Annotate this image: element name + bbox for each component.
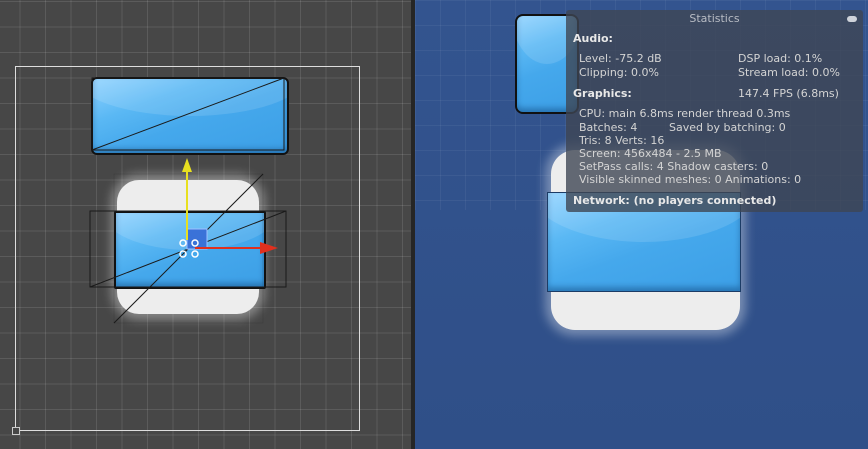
- canvas-corner-handle[interactable]: [12, 427, 20, 435]
- graphics-cpu: CPU: main 6.8ms render thread 0.3ms: [579, 107, 791, 120]
- panel-menu-icon[interactable]: [847, 16, 857, 22]
- graphics-saved-by-batching: Saved by batching: 0: [669, 121, 786, 134]
- graphics-skinned: Visible skinned meshes: 0 Animations: 0: [579, 173, 802, 186]
- graphics-fps: 147.4 FPS (6.8ms): [738, 87, 839, 100]
- scene-gizmos: [89, 77, 287, 324]
- unity-editor: Statistics Audio: Level: -75.2 dB Clippi…: [0, 0, 868, 449]
- x-axis-head: [260, 242, 278, 254]
- top-button-diagonal: [91, 77, 285, 151]
- audio-level: Level: -75.2 dB: [579, 52, 662, 65]
- audio-dsp-load: DSP load: 0.1%: [738, 52, 823, 65]
- audio-stream-load: Stream load: 0.0%: [738, 66, 840, 79]
- graphics-header: Graphics:: [573, 87, 632, 100]
- scene-view[interactable]: [0, 0, 411, 449]
- statistics-panel: Statistics Audio: Level: -75.2 dB Clippi…: [566, 10, 863, 212]
- audio-header: Audio:: [573, 32, 613, 45]
- audio-clipping: Clipping: 0.0%: [579, 66, 659, 79]
- graphics-screen: Screen: 456x484 - 2.5 MB: [579, 147, 722, 160]
- graphics-tris-verts: Tris: 8 Verts: 16: [579, 134, 665, 147]
- network-status: Network: (no players connected): [573, 194, 777, 207]
- graphics-batches: Batches: 4: [579, 121, 638, 134]
- y-axis-head: [182, 158, 192, 172]
- graphics-setpass: SetPass calls: 4 Shadow casters: 0: [579, 160, 769, 173]
- statistics-title: Statistics: [689, 12, 740, 25]
